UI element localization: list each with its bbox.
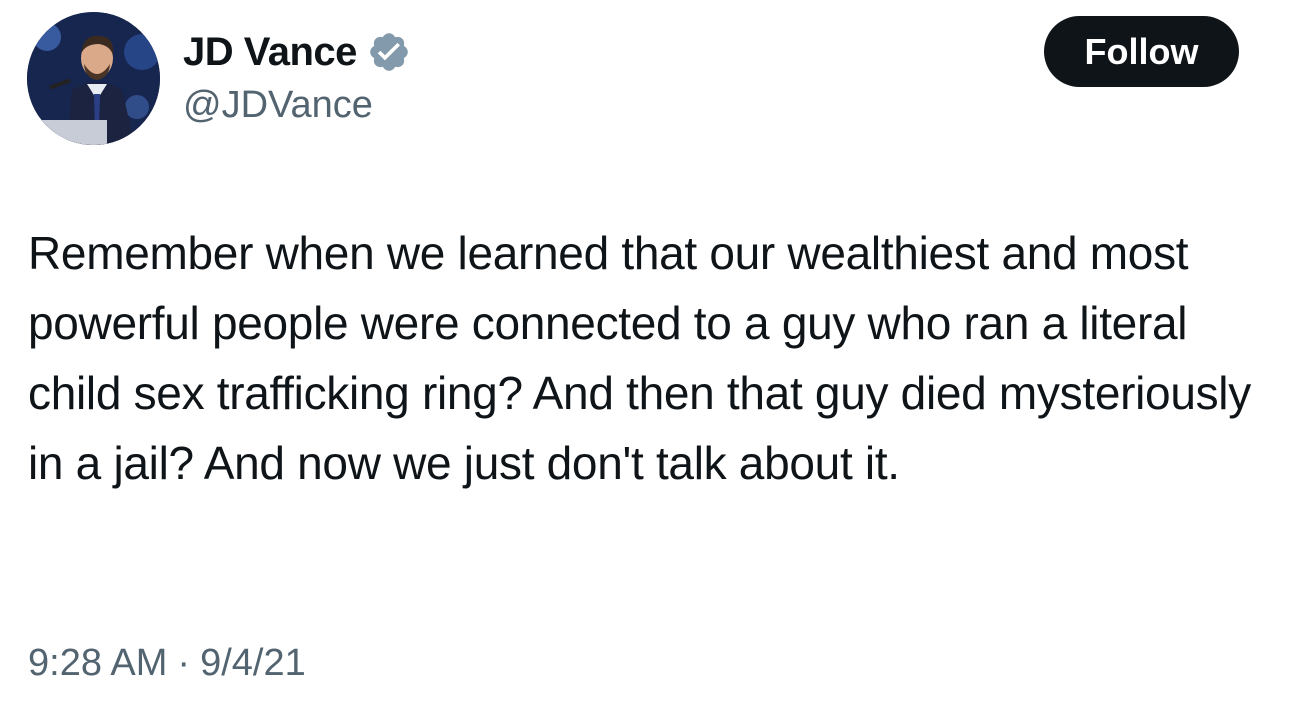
tweet-timestamp[interactable]: 9:28 AM · 9/4/21	[28, 642, 306, 685]
author-display-name[interactable]: JD Vance	[183, 30, 357, 75]
profile-photo-icon	[27, 12, 160, 145]
verified-badge-icon	[367, 30, 411, 74]
follow-button[interactable]: Follow	[1044, 16, 1239, 87]
tweet-time: 9:28 AM	[28, 642, 168, 684]
tweet-card: JD Vance @JDVance Follow Remember when w…	[0, 0, 1290, 716]
tweet-text: Remember when we learned that our wealth…	[28, 227, 1251, 489]
author-handle[interactable]: @JDVance	[183, 84, 373, 127]
avatar[interactable]	[27, 12, 160, 145]
author-name-row: JD Vance	[183, 28, 411, 76]
tweet-date: 9/4/21	[200, 642, 306, 684]
timestamp-separator: ·	[177, 642, 191, 684]
